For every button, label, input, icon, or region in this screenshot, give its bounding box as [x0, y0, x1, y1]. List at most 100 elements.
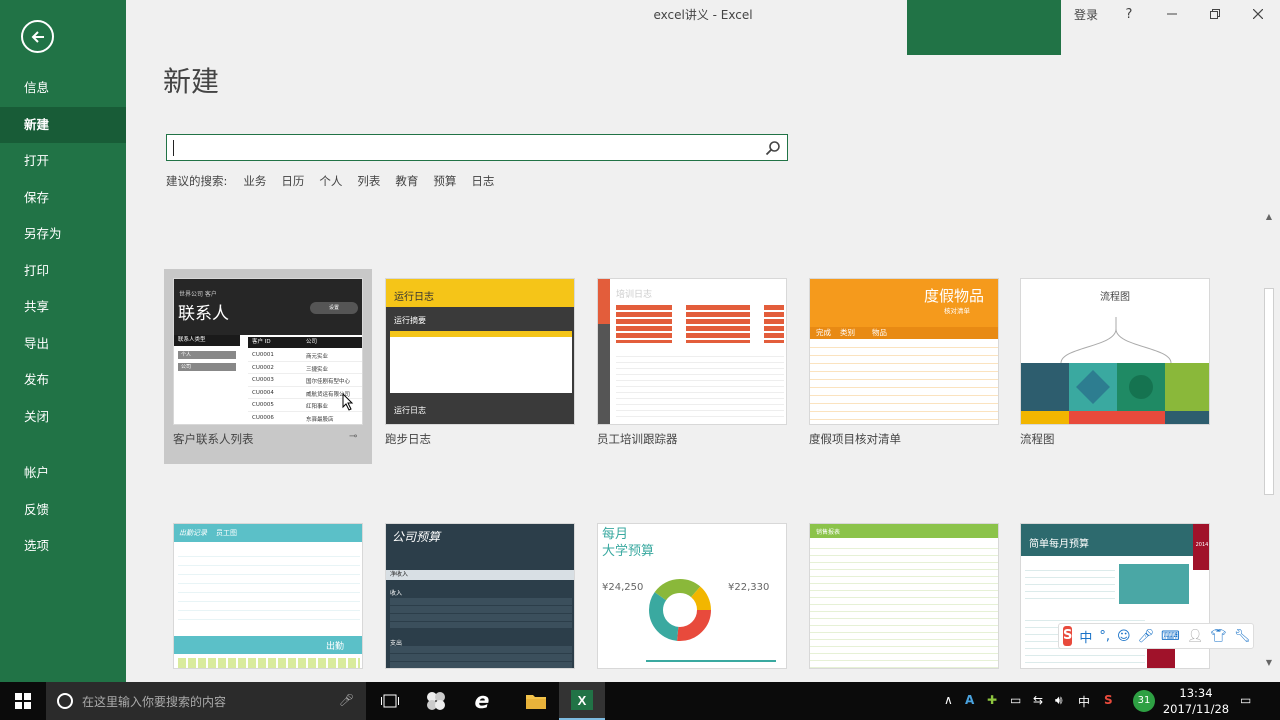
nav-close[interactable]: 关闭 [0, 399, 126, 436]
close-button[interactable] [1236, 0, 1280, 28]
cortana-icon [57, 693, 73, 709]
mouse-cursor-icon [342, 393, 354, 411]
vertical-scrollbar[interactable]: ▲ ▼ [1262, 209, 1276, 669]
search-icon[interactable] [765, 140, 781, 156]
search-input[interactable] [177, 137, 757, 159]
suggest-calendar[interactable]: 日历 [281, 173, 304, 189]
thumb-title: 销售报表 [816, 529, 841, 536]
sogou-logo-icon[interactable]: S [1063, 626, 1073, 646]
suggest-log[interactable]: 日志 [471, 173, 494, 189]
skin-icon[interactable]: 👕︎ [1210, 629, 1227, 644]
microphone-icon[interactable]: 🎤︎ [339, 693, 354, 707]
pin-icon[interactable]: ⊸ [349, 431, 357, 442]
flow-shape [1021, 411, 1069, 424]
template-thumbnail: 出勤记录 员工图 出勤 [173, 523, 363, 669]
thumb-filter-header: 联系人类型 [174, 335, 240, 346]
clock-date: 2017/11/28 [1162, 702, 1230, 716]
thumb-title: 流程图 [1100, 292, 1130, 303]
scroll-up-icon[interactable]: ▲ [1262, 209, 1276, 223]
nav-account[interactable]: 帐户 [0, 455, 126, 492]
suggest-budget[interactable]: 预算 [433, 173, 456, 189]
taskbar-clock[interactable]: 13:34 2017/11/28 [1160, 685, 1232, 717]
flow-shape [1165, 363, 1209, 411]
back-button[interactable] [21, 20, 54, 53]
minimize-button[interactable] [1150, 0, 1194, 28]
user-icon[interactable]: 👤︎ [1187, 629, 1204, 644]
volume-icon[interactable]: 🔊︎ [1055, 693, 1063, 708]
thumb-title: 联系人 [178, 304, 229, 324]
thumb-filter-b: 公司 [178, 363, 236, 371]
nav-open[interactable]: 打开 [0, 143, 126, 180]
ime-punct-toggle[interactable]: °, [1099, 629, 1110, 644]
template-caption: 度假项目核对清单 [809, 432, 901, 446]
title-bar: excel讲义 - Excel 登录 ? [126, 0, 1280, 55]
show-hidden-icons-icon[interactable]: ∧ [944, 693, 953, 707]
thumb-right-value: ¥22,330 [728, 582, 770, 593]
thumb-table-header: 客户 ID 公司 [248, 337, 362, 348]
app-tray-a-icon[interactable]: A [965, 693, 974, 707]
thumb-header: 出勤记录 员工图 [174, 524, 362, 542]
help-button[interactable]: ? [1107, 0, 1151, 28]
app-tray-plus-icon[interactable]: ✚ [987, 693, 997, 707]
microphone-icon[interactable]: 🎤︎ [1138, 629, 1155, 644]
restore-button[interactable] [1193, 0, 1237, 28]
emoji-icon[interactable]: ☺ [1117, 629, 1131, 644]
taskbar-search-box[interactable]: 在这里输入你要搜索的内容 🎤︎ [46, 682, 366, 720]
nav-save[interactable]: 保存 [0, 180, 126, 217]
notification-count-badge[interactable]: 31 [1133, 690, 1155, 712]
suggest-business[interactable]: 业务 [243, 173, 266, 189]
taskbar-app-excel[interactable]: X [559, 682, 605, 720]
ime-toolbar[interactable]: S 中 °, ☺ 🎤︎ ⌨ 👤︎ 👕︎ 🔧︎ [1058, 623, 1254, 649]
start-button[interactable] [0, 682, 45, 720]
ime-lang-toggle[interactable]: 中 [1079, 627, 1092, 646]
cell-id: CU0006 [252, 414, 274, 421]
svg-text:X: X [578, 693, 587, 708]
nav-info[interactable]: 信息 [0, 70, 126, 107]
scroll-down-icon[interactable]: ▼ [1262, 655, 1276, 669]
thumb-header: 运行日志 [386, 279, 574, 307]
flow-shape [1165, 411, 1209, 424]
suggest-personal[interactable]: 个人 [319, 173, 342, 189]
sogou-tray-icon[interactable]: S [1104, 693, 1113, 707]
cell-company: 三捷实业 [306, 366, 329, 373]
template-thumbnail: 世界公司 客户 联系人 设置 联系人类型 个人 公司 客户 ID 公司 CU00… [173, 278, 363, 425]
keyboard-icon[interactable]: ⌨ [1161, 629, 1180, 644]
nav-share[interactable]: 共享 [0, 289, 126, 326]
signin-link[interactable]: 登录 [1074, 6, 1098, 23]
thumb-block [1147, 648, 1175, 668]
nav-save-as[interactable]: 另存为 [0, 216, 126, 253]
nav-export[interactable]: 导出 [0, 326, 126, 363]
suggest-education[interactable]: 教育 [395, 173, 418, 189]
nav-publish[interactable]: 发布 [0, 362, 126, 399]
task-view-button[interactable] [367, 682, 413, 720]
scroll-thumb[interactable] [1264, 288, 1274, 495]
network-icon[interactable]: ⇆ [1033, 693, 1043, 707]
thumb-footer: 出勤 [325, 642, 344, 652]
thumb-table [810, 340, 998, 424]
taskbar-app-ie[interactable]: e [459, 682, 505, 720]
wrench-icon[interactable]: 🔧︎ [1234, 629, 1251, 644]
nav-options[interactable]: 选项 [0, 528, 126, 565]
nav-feedback[interactable]: 反馈 [0, 492, 126, 529]
thumb-slider [646, 660, 776, 662]
template-customer-contacts[interactable]: 世界公司 客户 联系人 设置 联系人类型 个人 公司 客户 ID 公司 CU00… [164, 269, 372, 464]
col-category: 类别 [840, 328, 855, 337]
suggest-list[interactable]: 列表 [357, 173, 380, 189]
thumb-title: 培训日志 [616, 290, 653, 300]
thumb-subtitle: 运行摘要 [394, 316, 426, 325]
thumb-table [390, 646, 572, 668]
input-lang-indicator[interactable]: 中 [1078, 693, 1090, 710]
thumb-title: 运行日志 [394, 292, 434, 303]
thumb-title: 出勤记录 [179, 529, 207, 537]
template-search-box[interactable] [166, 134, 788, 161]
action-center-icon[interactable]: ▭ [1240, 693, 1251, 707]
nav-new[interactable]: 新建 [0, 106, 126, 143]
flow-shape [1069, 363, 1117, 411]
battery-icon[interactable]: ▭ [1010, 693, 1021, 707]
nav-print[interactable]: 打印 [0, 253, 126, 290]
page-title: 新建 [163, 65, 220, 98]
taskbar-app-explorer[interactable] [513, 682, 559, 720]
taskbar-app-apps[interactable] [413, 682, 459, 720]
col-item: 物品 [872, 328, 887, 337]
task-view-icon [381, 694, 399, 708]
